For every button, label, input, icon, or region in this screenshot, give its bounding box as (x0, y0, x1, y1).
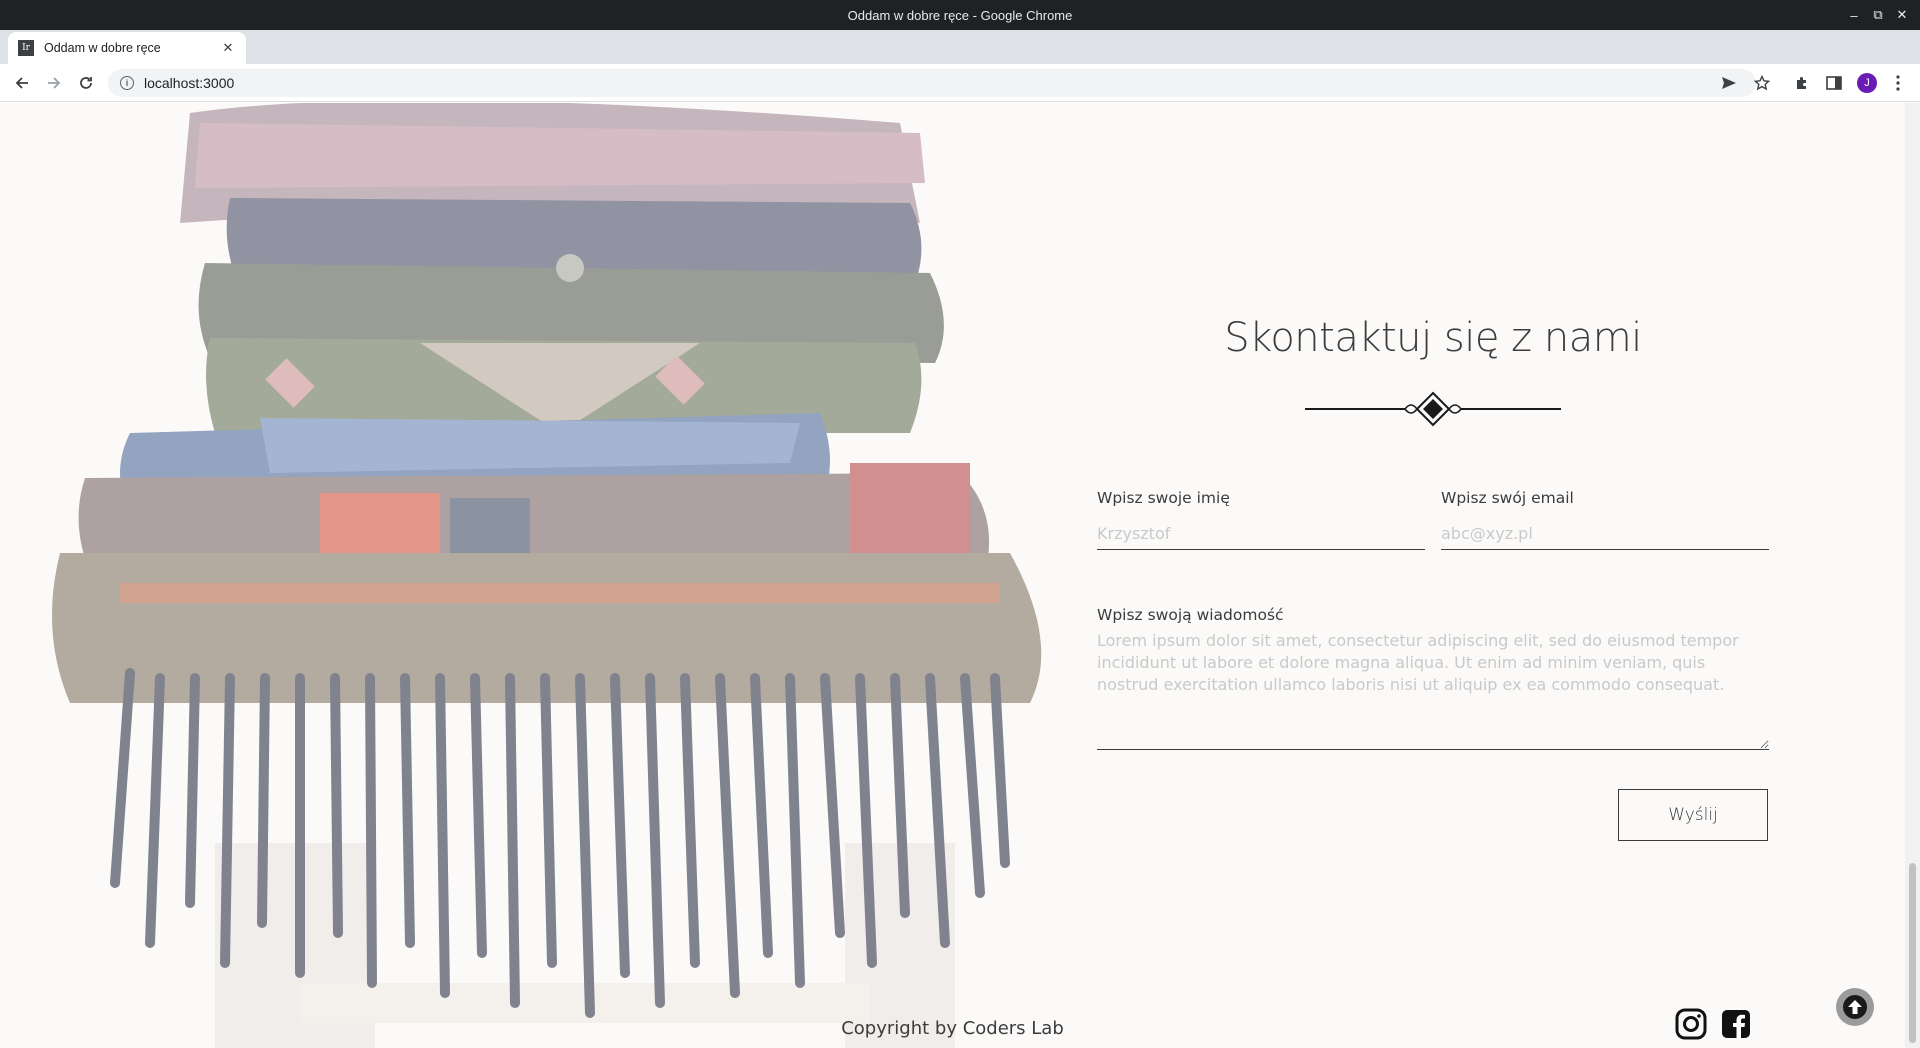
chrome-menu-icon[interactable] (1886, 71, 1910, 95)
site-info-icon[interactable]: i (120, 76, 134, 90)
send-button[interactable]: Wyślij (1618, 789, 1768, 841)
forward-arrow-icon (48, 77, 61, 89)
name-label: Wpisz swoje imię (1097, 489, 1230, 507)
arrow-up-icon (1843, 995, 1867, 1019)
close-window-button[interactable]: ✕ (1890, 7, 1914, 23)
back-arrow-icon (15, 77, 28, 89)
restore-button[interactable]: ⧉ (1866, 7, 1890, 23)
contact-title: Skontaktuj się z nami (1224, 315, 1642, 361)
facebook-icon[interactable] (1722, 1010, 1750, 1038)
instagram-icon[interactable] (1675, 1008, 1707, 1040)
tab-active[interactable]: Ir Oddam w dobre ręce ✕ (8, 32, 246, 64)
send-tab-icon[interactable] (1717, 71, 1741, 95)
profile-avatar[interactable]: J (1855, 71, 1879, 95)
favicon-icon: Ir (18, 40, 34, 56)
page-viewport: Skontaktuj się z nami Wpisz swoje imię W… (0, 103, 1905, 1048)
message-textarea[interactable] (1097, 630, 1769, 750)
side-panel-icon[interactable] (1822, 71, 1846, 95)
extensions-icon[interactable] (1790, 71, 1814, 95)
message-label: Wpisz swoją wiadomość (1097, 606, 1284, 624)
forward-button[interactable] (42, 71, 66, 95)
tab-close-button[interactable]: ✕ (220, 40, 236, 56)
url-text: localhost:3000 (144, 75, 235, 91)
email-label: Wpisz swój email (1441, 489, 1574, 507)
reload-icon (80, 77, 92, 89)
tab-strip: Ir Oddam w dobre ręce ✕ + (0, 30, 1920, 87)
clothes-stack-image (52, 103, 1042, 1048)
bookmark-star-icon[interactable] (1750, 71, 1774, 95)
scrollbar-thumb[interactable] (1909, 863, 1916, 1043)
window-controls: – ⧉ ✕ (1842, 0, 1914, 30)
window-titlebar: Oddam w dobre ręce - Google Chrome – ⧉ ✕ (0, 0, 1920, 30)
minimize-button[interactable]: – (1842, 8, 1866, 23)
email-input[interactable] (1441, 518, 1769, 550)
copyright-text: Copyright by Coders Lab (841, 1018, 1064, 1039)
page-scrollbar[interactable] (1905, 103, 1920, 1048)
name-input[interactable] (1097, 518, 1425, 550)
tab-title: Oddam w dobre ręce (44, 41, 161, 55)
address-bar[interactable]: i localhost:3000 (108, 69, 1756, 97)
window-title: Oddam w dobre ręce - Google Chrome (847, 7, 1073, 23)
back-button[interactable] (10, 71, 34, 95)
browser-toolbar: i localhost:3000 J (0, 64, 1920, 102)
ornament-divider-icon (1305, 391, 1561, 427)
reload-button[interactable] (74, 71, 98, 95)
scroll-to-top-button[interactable] (1836, 988, 1874, 1026)
